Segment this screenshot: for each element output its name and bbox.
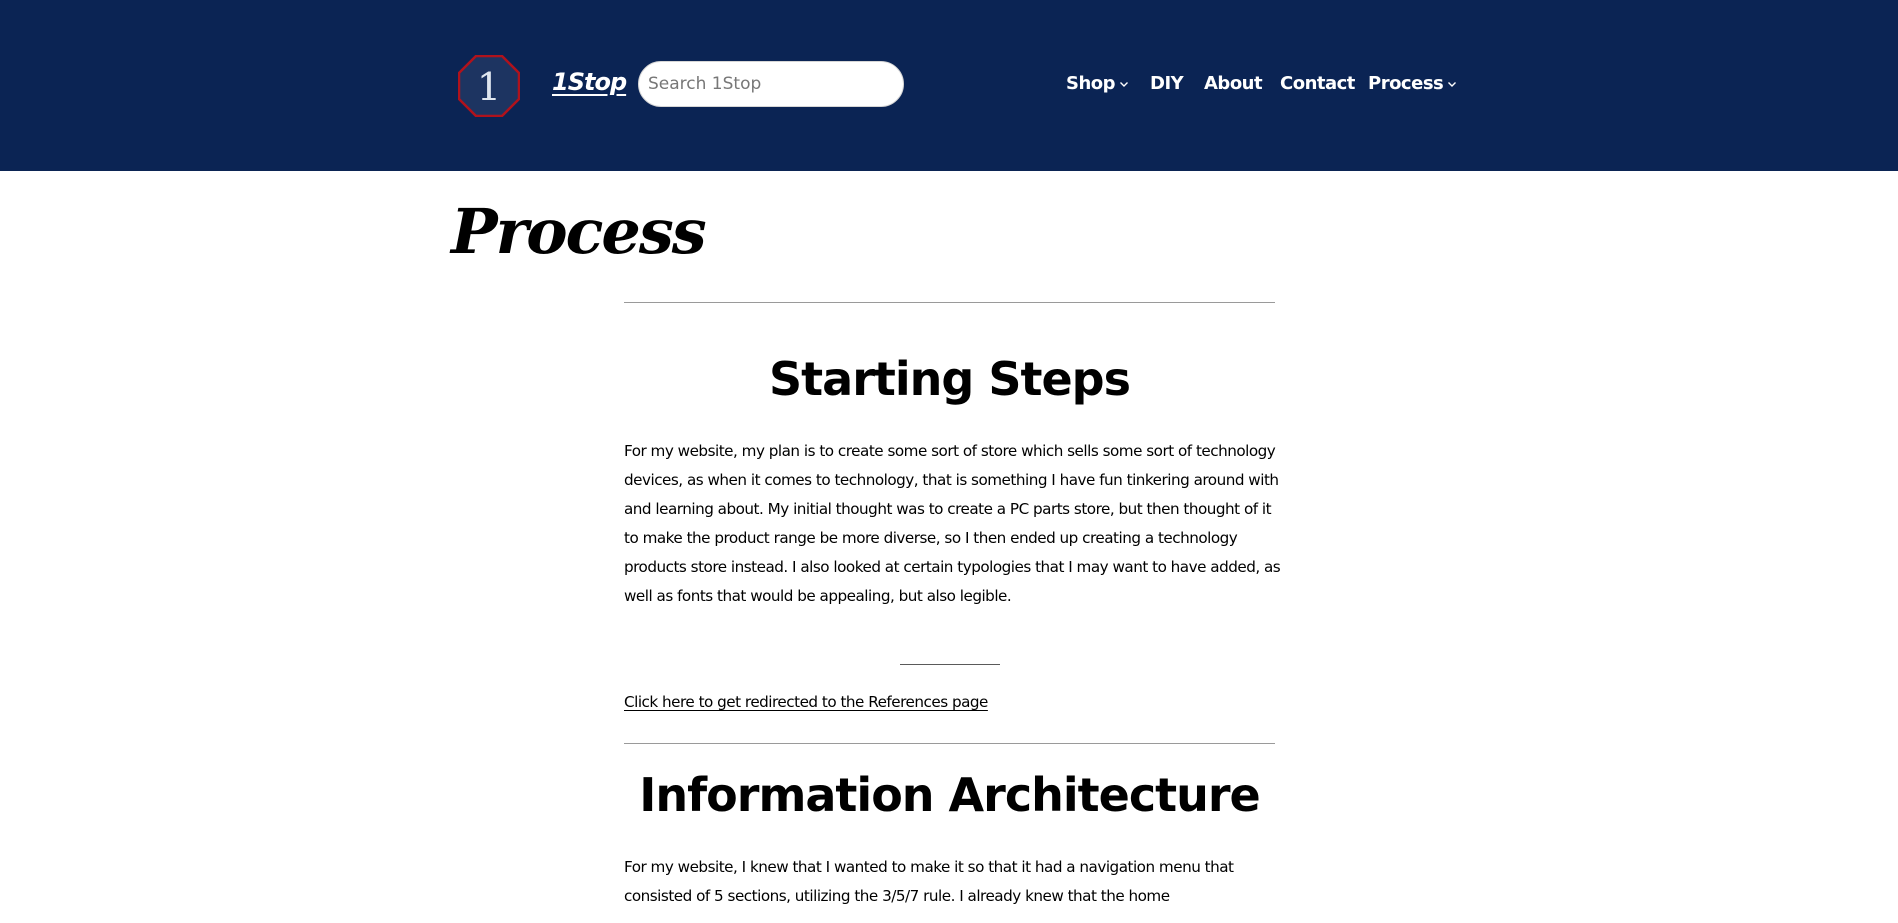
nav-item-diy[interactable]: DIY	[1150, 73, 1184, 94]
nav-item-label: DIY	[1150, 73, 1184, 94]
chevron-down-icon	[1120, 82, 1129, 87]
nav-item-shop[interactable]: Shop	[1066, 73, 1129, 94]
section-body: For my website, I knew that I wanted to …	[624, 858, 1234, 905]
main-nav: Shop DIY About Contact Process	[0, 73, 1898, 99]
nav-item-about[interactable]: About	[1204, 73, 1263, 94]
references-link[interactable]: Click here to get redirected to the Refe…	[624, 693, 988, 711]
nav-item-label: Process	[1368, 73, 1444, 94]
section-divider	[624, 743, 1275, 744]
section-divider	[624, 302, 1275, 303]
nav-item-process[interactable]: Process	[1368, 73, 1457, 94]
nav-item-label: Contact	[1280, 73, 1355, 94]
page-title: Process	[451, 195, 707, 268]
section-body: For my website, my plan is to create som…	[624, 442, 1281, 605]
site-header: 1 1Stop Shop DIY About Contact Process	[0, 0, 1898, 171]
nav-item-label: About	[1204, 73, 1263, 94]
chevron-down-icon	[1448, 82, 1457, 87]
section-heading: Starting Steps	[769, 352, 1131, 406]
section-heading: Information Architecture	[639, 768, 1260, 822]
nav-item-label: Shop	[1066, 73, 1116, 94]
short-divider	[900, 664, 1000, 665]
nav-item-contact[interactable]: Contact	[1280, 73, 1355, 94]
